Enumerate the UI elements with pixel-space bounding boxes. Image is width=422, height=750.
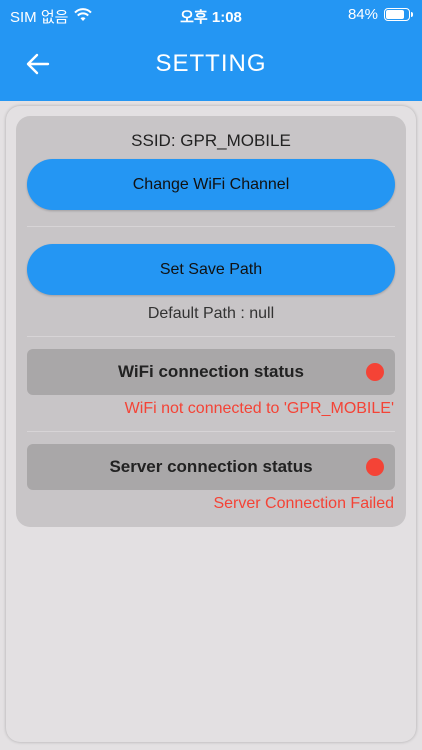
set-save-path-button[interactable]: Set Save Path <box>27 244 395 295</box>
server-status-message: Server Connection Failed <box>213 495 394 512</box>
server-status-row: Server connection status <box>27 444 395 490</box>
ssid-label: SSID: GPR_MOBILE <box>131 131 291 150</box>
battery-icon <box>384 8 413 21</box>
divider <box>27 336 395 337</box>
app-header: SIM 없음 오후 1:08 84% SETTING <box>0 0 422 101</box>
battery-percent: 84% <box>347 6 378 23</box>
server-status-indicator <box>366 458 384 476</box>
status-bar: SIM 없음 오후 1:08 84% <box>0 0 422 30</box>
change-wifi-channel-button[interactable]: Change WiFi Channel <box>27 159 395 210</box>
server-status-label: Server connection status <box>109 457 313 476</box>
default-path-label: Default Path : null <box>147 305 275 322</box>
page-title: SETTING <box>155 50 267 77</box>
wifi-status-message: WiFi not connected to 'GPR_MOBILE' <box>124 400 394 417</box>
divider <box>27 431 395 432</box>
wifi-status-indicator <box>366 363 384 381</box>
battery-fill <box>386 10 405 19</box>
divider <box>27 226 395 227</box>
wifi-status-row: WiFi connection status <box>27 349 395 395</box>
status-right: 84% <box>347 6 413 23</box>
wifi-status-label: WiFi connection status <box>118 362 304 381</box>
